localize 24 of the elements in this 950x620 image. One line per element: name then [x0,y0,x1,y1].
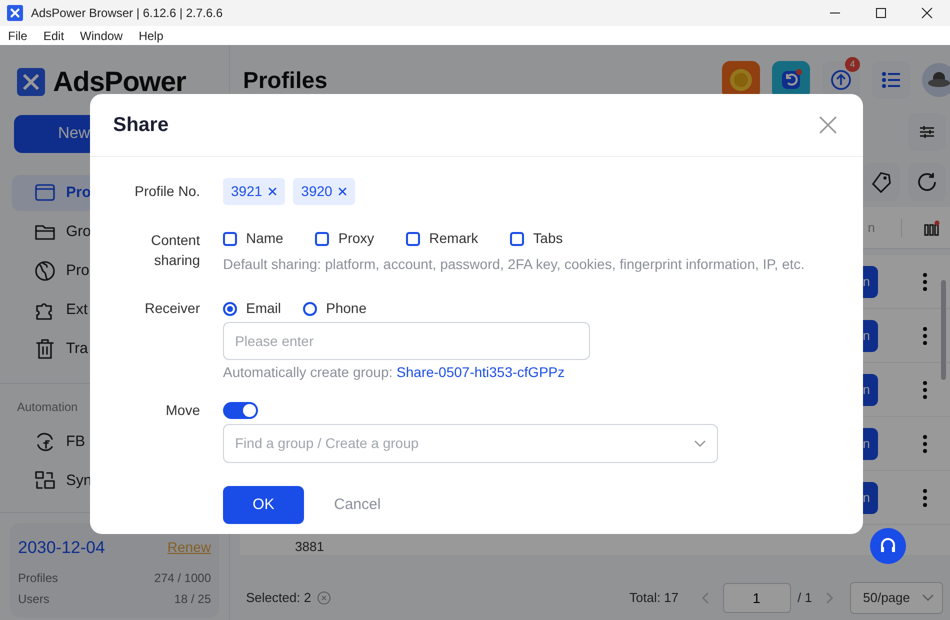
field-label: Profile No. [134,182,200,201]
total-count: Total: 17 [629,588,679,607]
notification-badge: 4 [845,57,860,72]
window-title: AdsPower Browser | 6.12.6 | 2.7.6.6 [31,5,224,22]
logo-text: AdsPower [53,65,186,99]
stat-value: 274 / 1000 [154,570,211,587]
section-label: Automation [17,399,78,416]
profile-number: 3881 [295,539,324,555]
field-label: Receiver [144,299,200,318]
expiry-date: 2030-12-04 [18,536,105,558]
stat-label: Users [18,591,50,608]
field-label: Move [164,401,200,420]
group-note: Automatically create group: Share-0507-hti353-cfGPPz [223,363,566,382]
profile-tag: 3921 [223,178,286,205]
sharing-hint: Default sharing: platform, account, password, 2FA key, cookies, fingerprint information, IP, etc. [223,255,805,274]
selection-count: Selected: 2 [246,588,312,607]
page-count: / 1 [798,588,812,607]
dialog-title: Share [113,113,169,138]
page-title: Profiles [243,66,328,95]
stat-value: 18 / 25 [174,591,211,608]
stat-label: Profiles [18,570,58,587]
field-label: Content sharing [150,231,200,270]
column-header: n [868,218,875,237]
profile-tag: 3920 [293,178,356,205]
